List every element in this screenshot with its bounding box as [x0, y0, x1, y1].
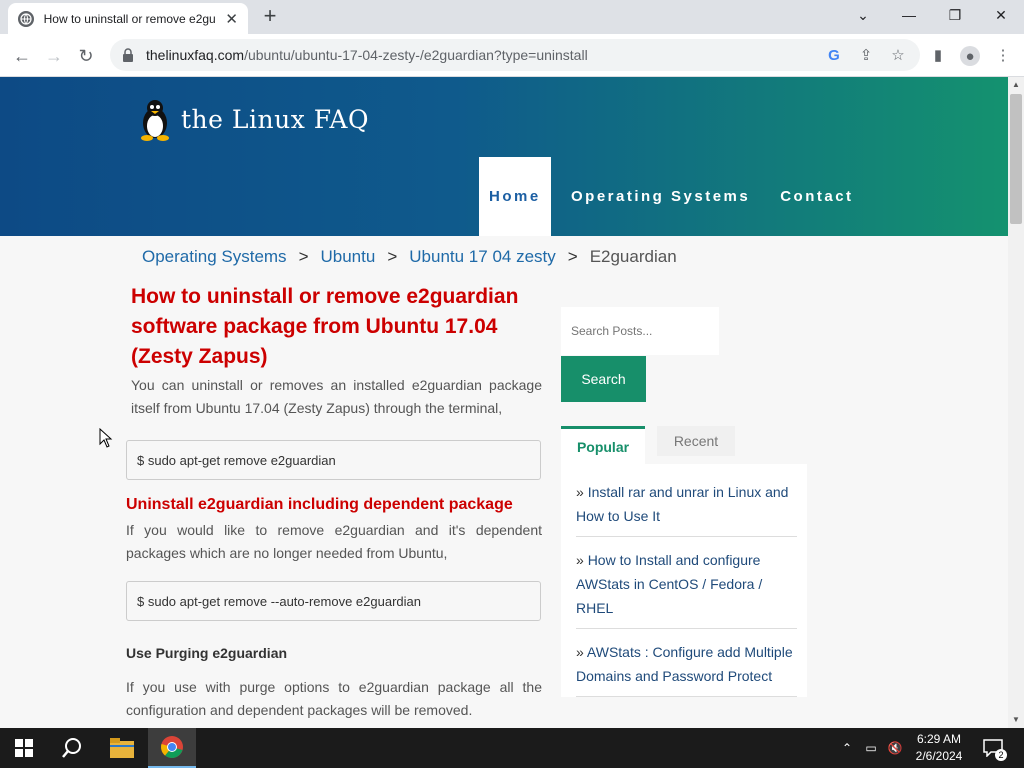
scroll-down-icon[interactable]: ▼ [1008, 712, 1024, 728]
notifications-icon[interactable]: 2 [978, 728, 1008, 768]
site-logo[interactable]: the Linux FAQ [135, 97, 369, 141]
profile-avatar-icon[interactable]: ● [960, 46, 980, 66]
reload-icon[interactable]: ↻ [72, 42, 100, 70]
breadcrumb-operating-systems[interactable]: Operating Systems [142, 247, 287, 267]
side-panel-icon[interactable]: ▮ [929, 46, 947, 64]
breadcrumb-ubuntu[interactable]: Ubuntu [321, 247, 376, 267]
intro-text: You can uninstall or removes an installe… [131, 377, 542, 416]
page-scrollbar[interactable]: ▲ ▼ [1008, 77, 1024, 728]
clock-date: 2/6/2024 [915, 749, 963, 763]
chrome-icon[interactable] [148, 728, 196, 768]
globe-icon [18, 10, 34, 27]
article-title: How to uninstall or remove e2guardian so… [131, 285, 519, 368]
back-icon[interactable]: ← [8, 42, 36, 70]
post-link[interactable]: AWStats : Configure add Multiple Domains… [576, 644, 793, 684]
close-tab-icon[interactable]: ✕ [225, 10, 238, 28]
windows-start-icon[interactable] [0, 728, 48, 768]
section-title: Use Purging e2guardian [126, 645, 288, 661]
minimize-icon[interactable]: — [886, 0, 932, 30]
file-explorer-icon[interactable] [98, 728, 146, 768]
scrollbar-thumb[interactable] [1010, 94, 1022, 224]
tab-popular[interactable]: Popular [561, 426, 645, 464]
browser-tabstrip: How to uninstall or remove e2gu ✕ + ⌄ — … [0, 0, 1024, 34]
bullet: » [576, 484, 584, 500]
list-item[interactable]: » Install rar and unrar in Linux and How… [576, 480, 797, 537]
site-header: the Linux FAQ Home Operating Systems Con… [0, 77, 1008, 236]
new-tab-icon[interactable]: + [258, 5, 282, 29]
scroll-up-icon[interactable]: ▲ [1008, 77, 1024, 93]
tab-recent[interactable]: Recent [657, 426, 735, 456]
url-path: /ubuntu/ubuntu-17-04-zesty-/e2guardian?t… [244, 47, 588, 63]
browser-tab[interactable]: How to uninstall or remove e2gu ✕ [8, 3, 248, 34]
clock-time: 6:29 AM [916, 732, 962, 746]
url-host: thelinuxfaq.com [146, 47, 245, 63]
breadcrumb-current: E2guardian [589, 247, 677, 266]
breadcrumb: Operating Systems > Ubuntu > Ubuntu 17 0… [142, 247, 677, 267]
forward-icon[interactable]: → [40, 42, 68, 70]
search-input[interactable] [561, 307, 719, 355]
nav-operating-systems[interactable]: Operating Systems [561, 157, 760, 236]
browser-toolbar: ← → ↻ thelinuxfaq.com/ubuntu/ubuntu-17-0… [0, 34, 1024, 77]
nav-home[interactable]: Home [479, 157, 551, 236]
lock-icon [123, 48, 133, 62]
breadcrumb-ubuntu-17-04[interactable]: Ubuntu 17 04 zesty [409, 247, 555, 267]
search-icon[interactable] [48, 728, 96, 768]
page-viewport: the Linux FAQ Home Operating Systems Con… [0, 77, 1008, 728]
menu-kebab-icon[interactable]: ⋮ [994, 46, 1012, 64]
bullet: » [576, 552, 584, 568]
tab-search-icon[interactable]: ⌄ [840, 0, 886, 30]
address-bar[interactable]: thelinuxfaq.com/ubuntu/ubuntu-17-04-zest… [110, 39, 920, 71]
list-item[interactable]: » AWStats : Configure add Multiple Domai… [576, 640, 797, 697]
windows-taskbar: ⌃ ▭ 🔇 6:29 AM 2/6/2024 2 [0, 728, 1024, 768]
post-link[interactable]: Install rar and unrar in Linux and How t… [576, 484, 788, 524]
breadcrumb-separator: > [567, 247, 578, 266]
command-block[interactable]: $ sudo apt-get remove --auto-remove e2gu… [126, 581, 541, 621]
network-icon[interactable]: ▭ [860, 728, 882, 768]
tab-title: How to uninstall or remove e2gu [43, 11, 216, 26]
google-icon[interactable]: G [825, 46, 843, 64]
post-link[interactable]: How to Install and configure AWStats in … [576, 552, 762, 616]
system-clock[interactable]: 6:29 AM 2/6/2024 [905, 731, 973, 765]
penguin-icon [141, 100, 169, 141]
sidebar-tabs: Popular Recent [561, 426, 807, 464]
nav-contact[interactable]: Contact [770, 157, 863, 236]
bullet: » [576, 644, 584, 660]
url-text: thelinuxfaq.com/ubuntu/ubuntu-17-04-zest… [146, 47, 588, 63]
main-nav: Home Operating Systems Contact [479, 157, 864, 236]
search-button[interactable]: Search [561, 356, 646, 402]
list-item[interactable]: » How to Install and configure AWStats i… [576, 548, 797, 629]
section-text: If you would like to remove e2guardian a… [126, 522, 542, 561]
volume-muted-icon[interactable]: 🔇 [884, 728, 906, 768]
breadcrumb-separator: > [387, 247, 398, 266]
notification-count-badge: 2 [995, 749, 1007, 761]
bookmark-star-icon[interactable]: ☆ [889, 46, 907, 64]
logo-text: the Linux FAQ [181, 104, 369, 134]
sidebar: Search Popular Recent » Install rar and … [561, 307, 807, 708]
section-text: If you use with purge options to e2guard… [126, 679, 542, 718]
close-window-icon[interactable]: ✕ [978, 0, 1024, 30]
article: How to uninstall or remove e2guardian so… [126, 282, 542, 722]
mouse-cursor-icon [99, 428, 113, 448]
share-icon[interactable]: ⇪ [857, 46, 875, 64]
breadcrumb-separator: > [298, 247, 309, 266]
section-title: Uninstall e2guardian including dependent… [126, 496, 513, 513]
popular-posts-list: » Install rar and unrar in Linux and How… [561, 464, 807, 697]
show-hidden-icons-icon[interactable]: ⌃ [838, 728, 856, 768]
restore-icon[interactable]: ❐ [932, 0, 978, 30]
command-block[interactable]: $ sudo apt-get remove e2guardian [126, 440, 541, 480]
